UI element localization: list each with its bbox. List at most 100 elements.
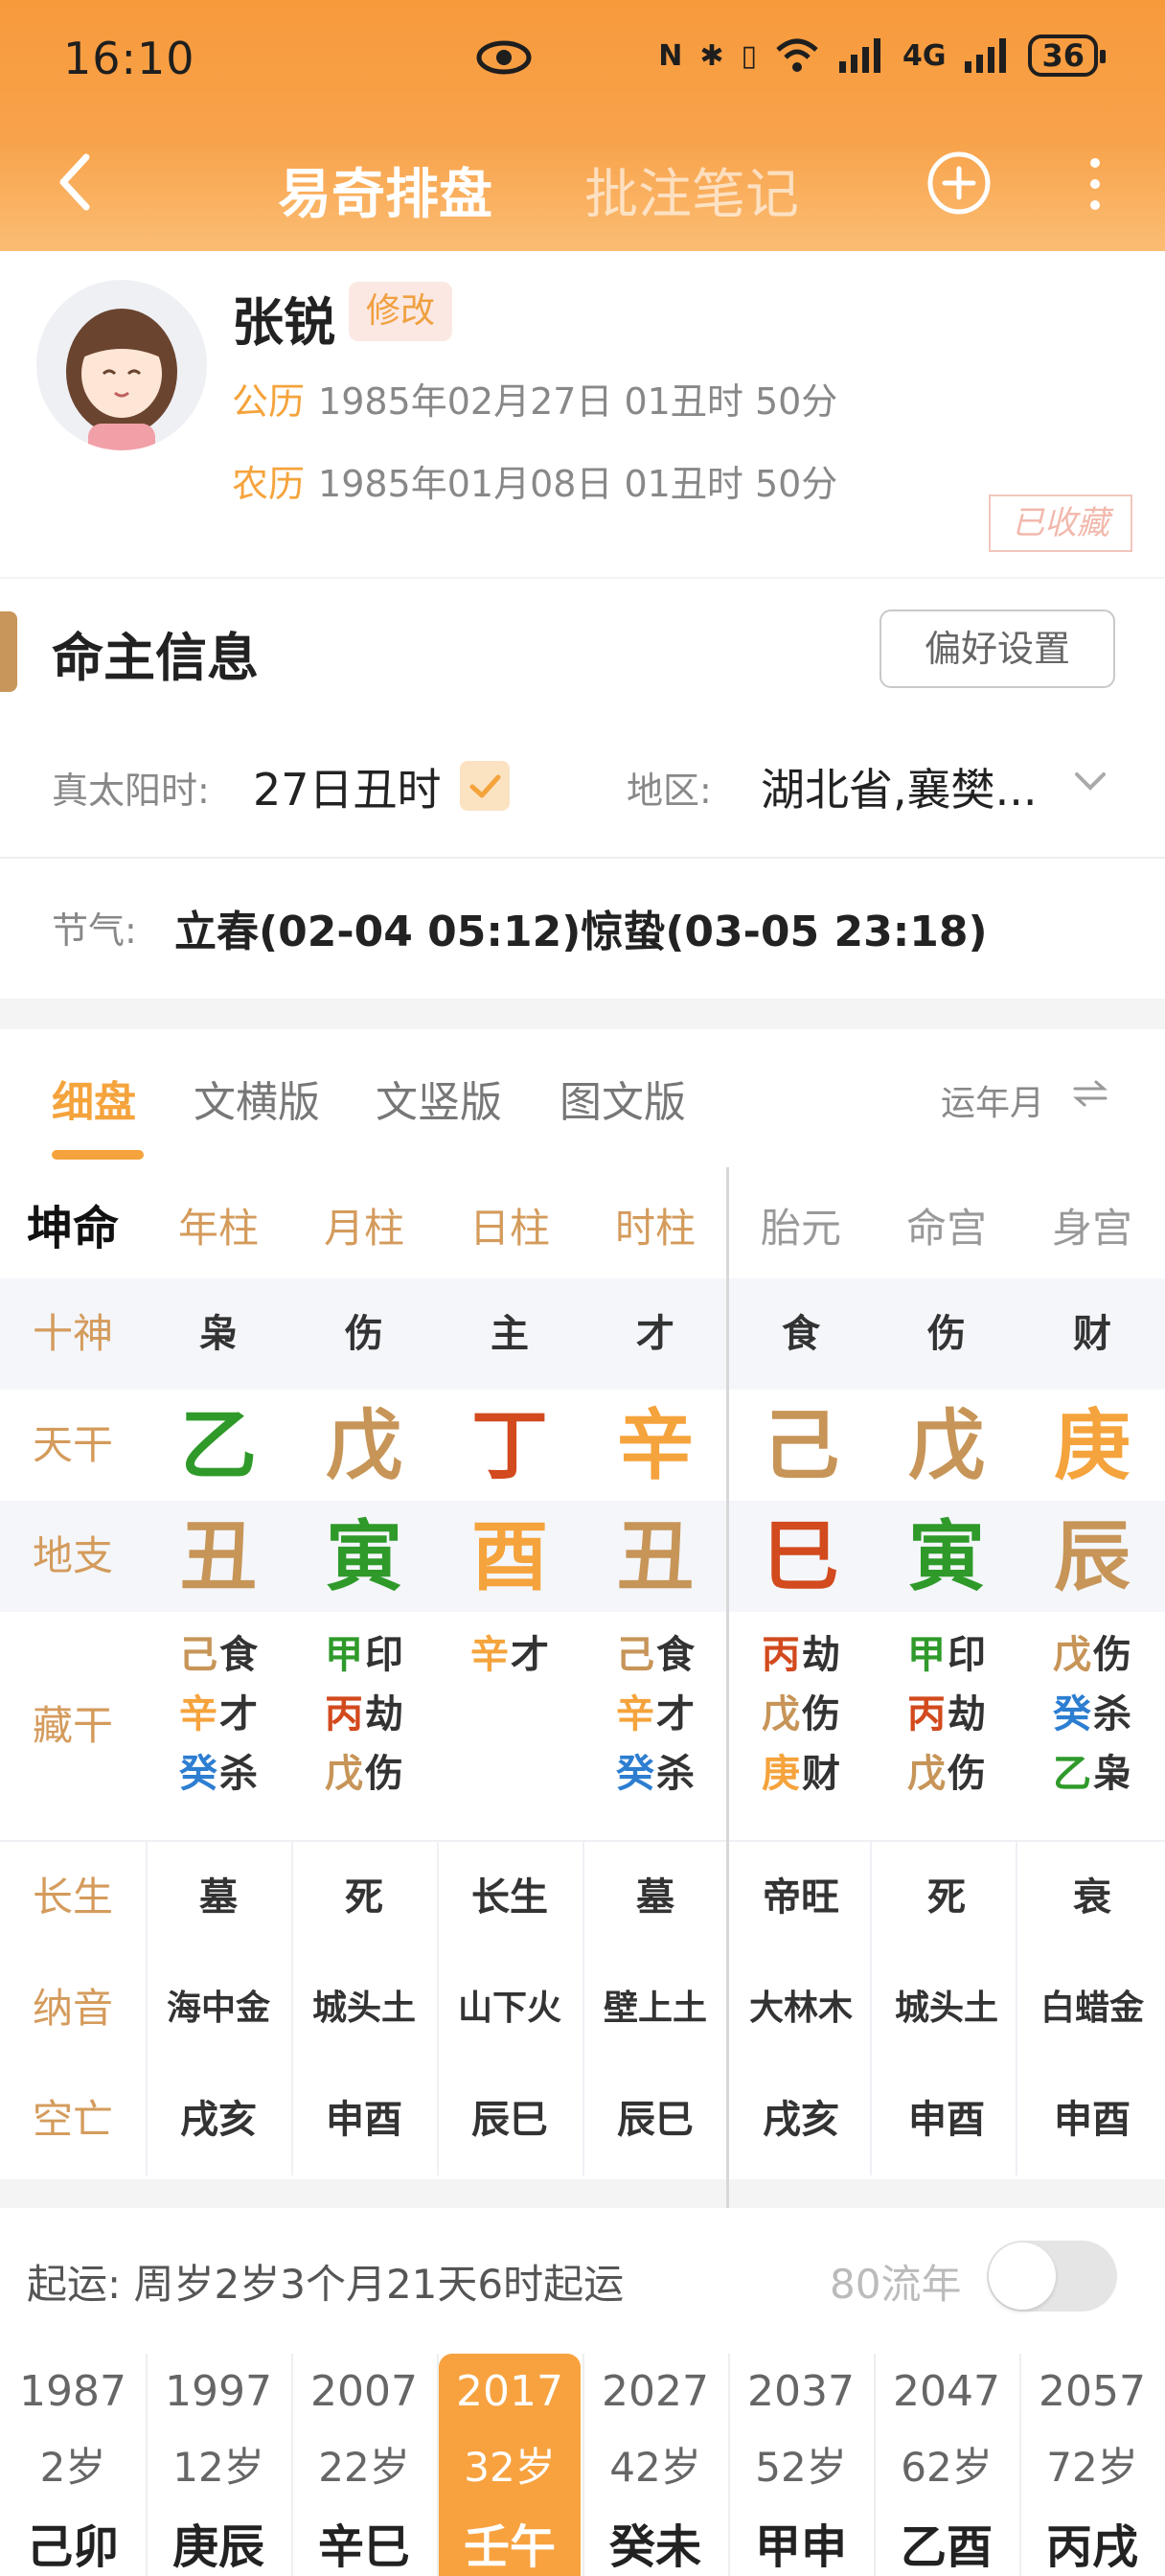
decade-item[interactable]: 2037 52岁 甲申 <box>730 2354 872 2576</box>
void-cell: 戌亥 <box>180 2098 257 2142</box>
void-cell: 戌亥 <box>763 2098 839 2142</box>
decade-year: 2027 <box>602 2367 709 2416</box>
ten-god-cell: 伤 <box>927 1312 966 1356</box>
void-cell: 辰巳 <box>617 2098 694 2142</box>
true-solar-time-checkbox[interactable] <box>460 761 510 811</box>
decade-item[interactable]: 1987 2岁 己卯 <box>2 2354 144 2576</box>
hidden-stem-god: 食 <box>656 1633 695 1677</box>
tab-notes[interactable]: 批注笔记 <box>584 151 799 229</box>
tab-chart[interactable]: 易奇排盘 <box>278 151 492 229</box>
hidden-stem-god: 劫 <box>948 1692 986 1736</box>
hidden-stems-cell: 丙劫 戊伤 庚财 <box>729 1625 873 1804</box>
decade-item[interactable]: 2017 32岁 壬午 <box>439 2354 581 2576</box>
decade-item[interactable]: 1997 12岁 庚辰 <box>148 2354 289 2576</box>
tab-graphic[interactable]: 图文版 <box>560 1068 686 1129</box>
hidden-stem-god: 劫 <box>365 1692 403 1736</box>
hidden-stem: 戊 <box>325 1752 363 1796</box>
back-arrow-icon[interactable] <box>46 151 107 213</box>
network-type: 4G <box>902 38 947 73</box>
decade-item[interactable]: 2027 42岁 癸未 <box>584 2354 726 2576</box>
decade-ganzhi: 乙酉 <box>900 2520 993 2574</box>
avatar[interactable] <box>36 280 207 450</box>
hidden-stem-god: 劫 <box>802 1633 840 1677</box>
decade-year: 2057 <box>1039 2367 1146 2416</box>
liunian-toggle[interactable] <box>987 2241 1117 2312</box>
decade-ganzhi: 辛巳 <box>317 2520 410 2574</box>
tab-detail[interactable]: 细盘 <box>52 1068 136 1129</box>
hidden-stem-line: 辛才 <box>438 1625 582 1685</box>
swap-icon[interactable] <box>1071 1079 1109 1108</box>
heavenly-stem-cell: 戊 <box>326 1400 402 1490</box>
hidden-stem-god: 杀 <box>1093 1692 1131 1736</box>
nayin-label: 纳音 <box>32 1985 113 2032</box>
luck-year-month-label[interactable]: 运年月 <box>941 1075 1044 1125</box>
decade-age: 32岁 <box>464 2444 556 2491</box>
earthly-branch-cell: 寅 <box>326 1511 402 1601</box>
hidden-stem-god: 才 <box>219 1692 258 1736</box>
hidden-stem-line: 丙劫 <box>292 1685 436 1744</box>
decade-ganzhi: 丙戌 <box>1045 2520 1138 2574</box>
decade-item[interactable]: 2047 62岁 乙酉 <box>876 2354 1017 2576</box>
heavenly-stems-label: 天干 <box>32 1421 113 1468</box>
tab-text-horizontal[interactable]: 文横版 <box>194 1068 320 1129</box>
heavenly-stem-cell: 庚 <box>1054 1400 1131 1490</box>
tab-text-vertical[interactable]: 文竖版 <box>376 1068 502 1129</box>
hidden-stem-line: 己食 <box>147 1625 290 1685</box>
hidden-stem: 癸 <box>1053 1692 1091 1736</box>
decade-separator <box>437 2354 439 2576</box>
bluetooth-icon: ✱ <box>699 38 724 73</box>
girl-avatar-icon <box>66 309 177 450</box>
nfc-icon: N <box>658 38 683 73</box>
user-name: 张锐 <box>232 292 335 353</box>
lunar-date-row: 农历 1985年01月08日 01丑时 50分 <box>232 454 837 507</box>
chevron-down-icon[interactable] <box>1071 767 1109 795</box>
preference-button[interactable]: 偏好设置 <box>879 610 1115 688</box>
ten-gods-row: 十神 枭 伤 主 才 食 伤 财 <box>0 1278 1165 1390</box>
heavenly-stems-row: 天干乙戊丁辛己戊庚 <box>0 1390 1165 1501</box>
more-icon[interactable] <box>1081 155 1109 213</box>
grid-line <box>291 1842 293 2175</box>
region-select[interactable]: 湖北省,襄樊... <box>761 755 1038 818</box>
hidden-stem: 癸 <box>616 1752 654 1796</box>
life-stage-cell: 墓 <box>636 1875 674 1920</box>
luck-start-text: 起运: 周岁2岁3个月21天6时起运 <box>27 2261 625 2308</box>
hidden-stem-god: 才 <box>656 1692 695 1736</box>
nayin-cell: 白蜡金 <box>1039 1989 1144 2028</box>
toggle-knob <box>989 2242 1056 2310</box>
hidden-stem: 己 <box>179 1633 217 1677</box>
true-solar-time-value: 27日丑时 <box>253 764 442 816</box>
hidden-stem-god: 杀 <box>219 1752 258 1796</box>
nayin-cell: 壁上土 <box>603 1989 707 2028</box>
hidden-stem-god: 枭 <box>1093 1752 1131 1796</box>
hidden-stem-line: 戊伤 <box>1020 1625 1164 1685</box>
hidden-stem: 戊 <box>1053 1633 1091 1677</box>
hidden-stem: 己 <box>616 1633 654 1677</box>
section-accent-bar <box>0 611 17 692</box>
decade-item[interactable]: 2057 72岁 丙戌 <box>1021 2354 1163 2576</box>
hidden-stem: 乙 <box>1053 1752 1091 1796</box>
earthly-branch-cell: 丑 <box>180 1511 257 1601</box>
decade-age: 62岁 <box>901 2444 993 2491</box>
hidden-stem-line: 戊伤 <box>875 1744 1018 1804</box>
decade-item[interactable]: 2007 22岁 辛巳 <box>293 2354 435 2576</box>
hidden-stem-line: 辛才 <box>147 1685 290 1744</box>
heavenly-stem-cell: 己 <box>763 1400 839 1490</box>
favorited-stamp[interactable]: 已收藏 <box>989 494 1132 552</box>
solar-date-row: 公历 1985年02月27日 01丑时 50分 <box>232 372 837 425</box>
edit-button[interactable]: 修改 <box>349 282 453 341</box>
true-solar-time-label: 真太阳时: <box>52 770 210 812</box>
hidden-stems-cell: 己食 辛才 癸杀 <box>147 1625 290 1804</box>
decade-ganzhi: 甲申 <box>754 2520 847 2574</box>
hidden-stem-line: 庚财 <box>729 1744 873 1804</box>
hidden-stems-cell: 甲印 丙劫 戊伤 <box>875 1625 1018 1804</box>
earthly-branches-label: 地支 <box>32 1532 113 1579</box>
solar-date: 1985年02月27日 01丑时 50分 <box>318 380 838 423</box>
add-icon[interactable] <box>925 150 993 217</box>
life-stage-cell: 死 <box>345 1875 383 1920</box>
decade-separator <box>582 2354 584 2576</box>
ten-god-cell: 枭 <box>199 1312 238 1356</box>
hidden-stem: 丙 <box>325 1692 363 1736</box>
heavenly-stem-cell: 戊 <box>908 1400 985 1490</box>
grid-line <box>1016 1842 1017 2175</box>
pillar-header: 月柱 <box>323 1205 404 1252</box>
